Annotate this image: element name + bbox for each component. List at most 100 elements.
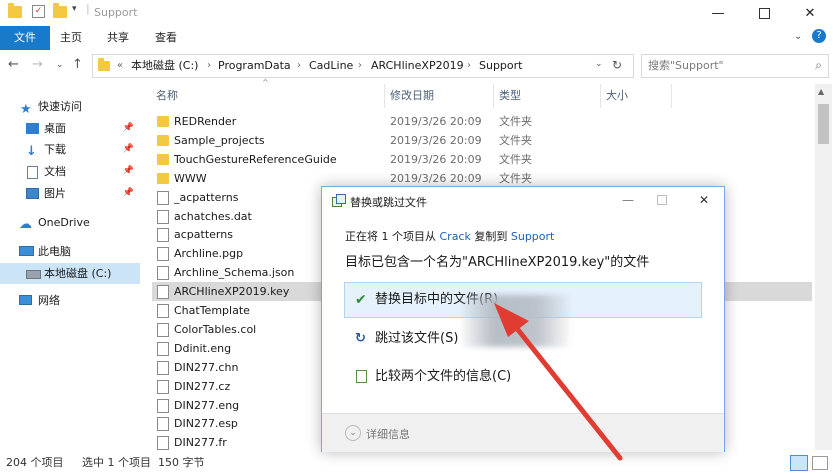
properties-icon[interactable]: ✓ [32,5,45,18]
network-icon [19,295,32,305]
file-name: REDRender [174,115,237,128]
up-icon[interactable]: ↑ [72,57,83,72]
folder-icon [157,116,169,127]
tab-share[interactable]: 共享 [93,26,143,50]
item-count: 204 个项目 [6,456,64,469]
folder-row[interactable]: Sample_projects 2019/3/26 20:09 文件夹 [152,131,812,150]
sidebar-item-quick-access[interactable]: ★ 快速访问 [0,96,140,117]
dialog-title: 替换或跳过文件 [350,196,427,209]
help-icon[interactable]: ? [812,29,826,43]
cloud-icon: ☁ [19,217,32,232]
sidebar-item-pictures[interactable]: 图片 📌 [0,183,140,204]
folder-icon [157,134,169,146]
folder-row[interactable]: TouchGestureReferenceGuide 2019/3/26 20:0… [152,150,812,169]
copy-files-icon [332,194,346,207]
search-placeholder: 搜索"Support" [648,59,724,72]
breadcrumb-archlinexp2019[interactable]: ARCHlineXP2019 [371,55,464,77]
tab-home[interactable]: 主页 [46,26,96,50]
sort-arrow-icon: ^ [262,78,269,87]
expand-details-icon[interactable]: ⌄ [345,425,361,441]
tab-file[interactable]: 文件 [0,26,50,50]
scrollbar-thumb[interactable] [818,104,829,144]
folder-icon [157,172,169,184]
checkmark-icon: ✔ [355,292,367,308]
folder-row[interactable]: REDRender 2019/3/26 20:09 文件夹 [152,112,812,131]
sidebar-item-desktop[interactable]: 桌面 📌 [0,118,140,139]
dialog-close-button[interactable]: ✕ [688,187,720,213]
tab-view[interactable]: 查看 [141,26,191,50]
column-divider[interactable] [384,84,385,108]
file-date: 2019/3/26 20:09 [390,152,482,166]
column-header-name[interactable]: 名称 [156,86,178,106]
address-bar[interactable]: « 本地磁盘 (C:) › ProgramData › CadLine › AR… [92,54,634,78]
column-header-type[interactable]: 类型 [499,86,521,106]
destination-folder-link[interactable]: Support [511,230,554,243]
desktop-icon [26,123,39,134]
file-name: ChatTemplate [174,304,250,317]
column-header-size[interactable]: 大小 [606,86,628,106]
file-name: Ddinit.eng [174,341,232,355]
file-icon [157,436,169,451]
forward-icon[interactable]: → [32,57,43,72]
dialog-maximize-button[interactable] [646,187,678,213]
window-title: Support [94,6,138,19]
quick-access-dropdown-icon[interactable]: ▾ [72,4,77,14]
column-divider[interactable] [493,84,494,108]
compare-files-option[interactable]: 比较两个文件的信息(C) [344,359,702,395]
back-icon[interactable]: ← [8,57,19,72]
sidebar-item-documents[interactable]: 文档 📌 [0,161,140,182]
sidebar-item-onedrive[interactable]: ☁ OneDrive [0,212,140,233]
minimize-button[interactable]: — [695,0,741,26]
maximize-button[interactable] [741,0,787,26]
pin-icon[interactable]: 📌 [123,161,134,182]
address-dropdown-icon[interactable]: ⌄ [595,59,603,69]
file-name: DIN277.fr [174,436,227,450]
pin-icon[interactable]: 📌 [123,139,134,160]
search-input[interactable]: 搜索"Support" ⌕ [641,54,829,78]
source-folder-link[interactable]: Crack [440,230,471,243]
drive-icon [26,270,41,279]
sidebar-item-network[interactable]: 网络 [0,290,140,311]
selection-info: 选中 1 个项目 150 字节 [82,456,205,469]
folder-row[interactable]: WWW 2019/3/26 20:09 文件夹 [152,169,812,188]
breadcrumb-support[interactable]: Support [479,55,522,77]
breadcrumb-separator: › [467,60,471,71]
breadcrumb-programdata[interactable]: ProgramData [218,55,291,77]
pin-icon[interactable]: 📌 [123,183,134,204]
new-folder-icon[interactable] [53,3,67,18]
refresh-icon[interactable]: ↻ [612,58,622,72]
download-icon: ↓ [26,144,37,159]
file-name: Sample_projects [174,133,265,147]
details-view-icon[interactable] [790,455,808,471]
folder-icon [98,58,110,71]
file-type: 文件夹 [499,115,532,128]
dialog-minimize-button[interactable]: — [612,187,644,213]
file-name: Archline.pgp [174,247,244,261]
large-icons-view-icon[interactable] [812,456,828,470]
sidebar-item-local-disk[interactable]: 本地磁盘 (C:) [0,263,140,284]
file-name: DIN277.esp [174,417,238,431]
column-divider[interactable] [671,84,672,108]
breadcrumb-c-drive[interactable]: 本地磁盘 (C:) [131,55,198,77]
ribbon-expand-icon[interactable]: ⌄ [794,31,802,42]
title-bar: ✓ ▾ | Support — ✕ [0,0,833,26]
file-icon [157,228,169,243]
breadcrumb-overflow[interactable]: « [117,55,123,77]
folder-icon [8,3,22,18]
breadcrumb-cadline[interactable]: CadLine [309,55,353,77]
file-icon [157,285,169,300]
file-name: acpatterns [174,228,233,242]
file-icon [157,190,169,205]
more-details-toggle[interactable]: 详细信息 [366,426,410,442]
recent-locations-icon[interactable]: ⌄ [56,60,64,70]
column-header-date[interactable]: 修改日期 [390,86,434,106]
copy-description: 正在将 1 个项目从 Crack 复制到 Support [345,230,555,243]
close-button[interactable]: ✕ [787,0,833,26]
file-name: _acpatterns [174,190,239,204]
sidebar-item-this-pc[interactable]: 此电脑 [0,241,140,262]
pin-icon[interactable]: 📌 [123,118,134,139]
scroll-up-icon[interactable]: ▲ [818,87,824,96]
column-divider[interactable] [600,84,601,108]
search-icon[interactable]: ⌕ [815,58,822,73]
sidebar-item-downloads[interactable]: ↓ 下载 📌 [0,139,140,160]
